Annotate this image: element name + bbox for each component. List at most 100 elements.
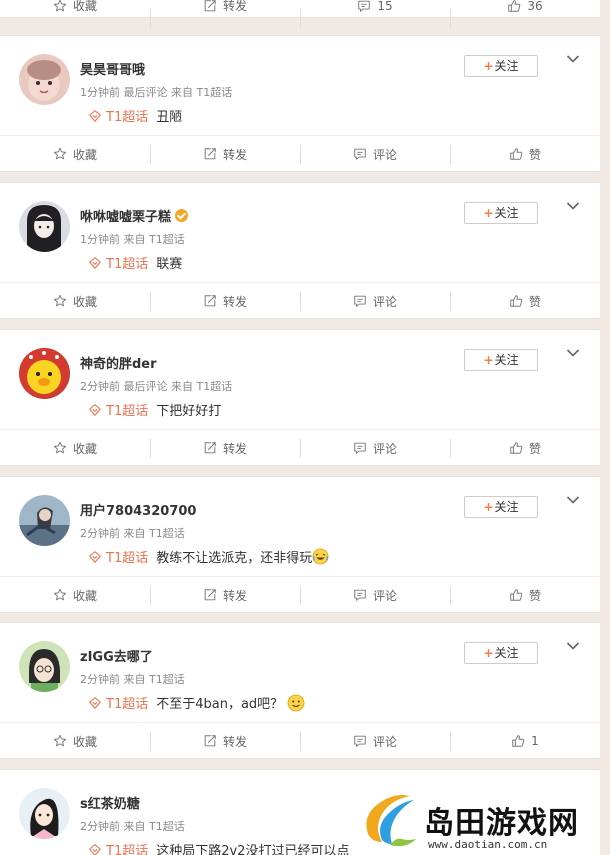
like-label: 赞: [528, 588, 541, 603]
follow-button[interactable]: +关注: [464, 202, 538, 224]
username[interactable]: 神奇的胖der: [80, 353, 157, 372]
avatar[interactable]: [19, 54, 70, 105]
username[interactable]: 咻咻嘘嘘栗子糕: [80, 206, 189, 225]
comment-icon: [353, 147, 367, 161]
post-action-bar: 收藏 转发 评论 赞: [0, 282, 600, 319]
topic-link[interactable]: T1超话: [106, 257, 148, 272]
collect-button[interactable]: 收藏: [0, 136, 150, 172]
collect-label: 收藏: [72, 734, 97, 749]
follow-button[interactable]: +关注: [464, 496, 538, 518]
topic-link[interactable]: T1超话: [106, 697, 148, 712]
like-button[interactable]: 赞: [450, 577, 600, 613]
like-button[interactable]: 赞: [450, 283, 600, 319]
post-content: T1超话 教练不让选派克，还非得玩: [88, 547, 329, 566]
comment-button[interactable]: 15: [300, 0, 450, 28]
comment-button[interactable]: 评论: [300, 136, 450, 172]
chevron-down-icon[interactable]: [566, 641, 580, 651]
repost-label: 转发: [222, 734, 247, 749]
laugh-cry-emoji-icon: [312, 548, 329, 565]
thumbs-up-icon: [509, 294, 523, 308]
chevron-down-icon[interactable]: [566, 495, 580, 505]
collect-button[interactable]: 收藏: [0, 723, 150, 759]
comment-label: 评论: [372, 147, 397, 162]
avatar[interactable]: [19, 788, 70, 839]
collect-button[interactable]: 收藏: [0, 430, 150, 466]
star-icon: [53, 147, 67, 161]
verified-badge-icon: [175, 209, 189, 222]
follow-button[interactable]: +关注: [464, 349, 538, 371]
topic-link[interactable]: T1超话: [106, 551, 148, 566]
comment-button[interactable]: 评论: [300, 577, 450, 613]
avatar[interactable]: [19, 201, 70, 252]
follow-label: 关注: [494, 646, 519, 660]
comment-label: 评论: [372, 294, 397, 309]
collect-button[interactable]: 收藏: [0, 283, 150, 319]
username[interactable]: zIGG去哪了: [80, 646, 153, 665]
collect-button[interactable]: 收藏: [0, 0, 150, 17]
previous-post-action-bar: 收藏 转发 15 36: [0, 0, 600, 28]
username[interactable]: s红茶奶糖: [80, 793, 140, 812]
repost-button[interactable]: 转发: [150, 283, 300, 319]
like-button[interactable]: 赞: [450, 136, 600, 172]
repost-label: 转发: [222, 294, 247, 309]
thumbs-up-icon: [511, 734, 525, 748]
star-icon: [53, 0, 67, 13]
post-card: 咻咻嘘嘘栗子糕 1分钟前 来自 T1超话 T1超话 联赛 +关注 收藏 转发 评论…: [0, 182, 600, 319]
repost-button[interactable]: 转发: [150, 430, 300, 466]
post-card: zIGG去哪了 2分钟前 来自 T1超话 T1超话 不至于4ban，ad吧？ +关…: [0, 622, 600, 759]
watermark-url: www.daotian.com.cn: [428, 838, 548, 851]
like-count: 1: [531, 734, 539, 748]
topic-icon: [88, 843, 102, 855]
repost-button[interactable]: 转发: [150, 723, 300, 759]
smile-emoji-icon: [287, 694, 305, 712]
like-label: 赞: [528, 441, 541, 456]
repost-icon: [203, 734, 217, 748]
post-content: T1超话 丑陋: [88, 106, 182, 125]
post-content: T1超话 联赛: [88, 253, 182, 272]
comment-count: 15: [377, 0, 393, 13]
post-content: T1超话 这种局下路2v2没打过已经可以点: [88, 840, 349, 855]
topic-link[interactable]: T1超话: [106, 844, 148, 855]
avatar[interactable]: [19, 495, 70, 546]
comment-label: 评论: [372, 441, 397, 456]
comment-button[interactable]: 评论: [300, 430, 450, 466]
post-meta: 1分钟前 最后评论 来自 T1超话: [80, 86, 233, 99]
topic-icon: [88, 403, 102, 417]
topic-link[interactable]: T1超话: [106, 110, 148, 125]
post-text: 教练不让选派克，还非得玩: [156, 551, 313, 566]
comment-button[interactable]: 评论: [300, 723, 450, 759]
repost-button[interactable]: 转发: [150, 577, 300, 613]
star-icon: [53, 294, 67, 308]
avatar[interactable]: [19, 641, 70, 692]
follow-button[interactable]: +关注: [464, 55, 538, 77]
follow-button[interactable]: +关注: [464, 642, 538, 664]
like-button[interactable]: 36: [450, 0, 600, 28]
comment-icon: [357, 0, 371, 13]
topic-icon: [88, 256, 102, 270]
post-text: 联赛: [156, 257, 183, 272]
chevron-down-icon[interactable]: [566, 201, 580, 211]
repost-icon: [203, 294, 217, 308]
like-button[interactable]: 赞: [450, 430, 600, 466]
follow-label: 关注: [494, 500, 519, 514]
repost-label: 转发: [222, 0, 247, 13]
plus-icon: +: [483, 500, 494, 514]
post-content: T1超话 不至于4ban，ad吧？: [88, 693, 305, 712]
like-label: 赞: [528, 147, 541, 162]
username[interactable]: 昊昊哥哥哦: [80, 59, 145, 78]
repost-button[interactable]: 转发: [150, 136, 300, 172]
collect-button[interactable]: 收藏: [0, 577, 150, 613]
thumbs-up-icon: [509, 588, 523, 602]
repost-button[interactable]: 转发: [150, 0, 300, 28]
topic-link[interactable]: T1超话: [106, 404, 148, 419]
avatar[interactable]: [19, 348, 70, 399]
chevron-down-icon[interactable]: [566, 54, 580, 64]
chevron-down-icon[interactable]: [566, 348, 580, 358]
thumbs-up-icon: [509, 441, 523, 455]
topic-icon: [88, 550, 102, 564]
comment-button[interactable]: 评论: [300, 283, 450, 319]
username[interactable]: 用户7804320700: [80, 500, 196, 519]
username-text: 咻咻嘘嘘栗子糕: [80, 210, 172, 225]
watermark-title: 岛田游戏网: [424, 806, 579, 841]
like-button[interactable]: 1: [450, 723, 600, 759]
